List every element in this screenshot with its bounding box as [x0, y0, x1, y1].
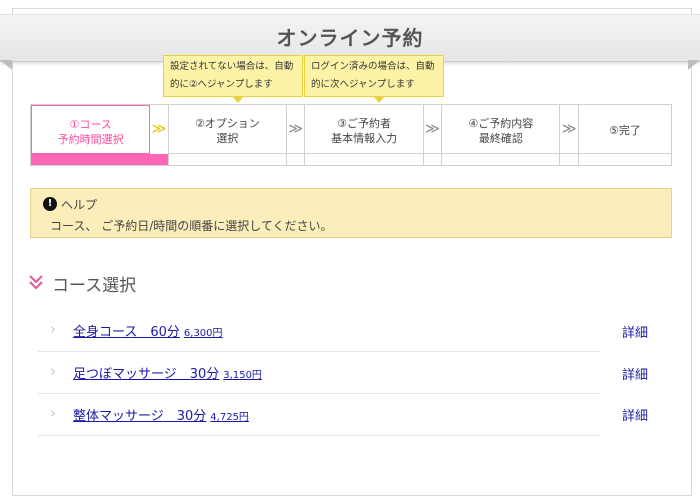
- option-skip-tooltip: 設定されてない場合は、自動 的に②へジャンプします: [163, 55, 303, 103]
- step-complete: ⑤完了: [578, 105, 672, 165]
- chevron-right-icon: ›: [50, 320, 56, 338]
- course-name: 足つぼマッサージ 30分: [73, 367, 220, 382]
- step-sublabel: 基本情報入力: [331, 132, 398, 145]
- step-label: ④ご予約内容: [468, 117, 534, 130]
- list-item: › 足つぼマッサージ 30分 3,150円: [38, 353, 600, 394]
- help-title: ヘルプ: [61, 198, 98, 212]
- step-progress-bar: [168, 153, 287, 165]
- page-title: オンライン予約: [276, 26, 424, 50]
- step-progress-bar: [287, 153, 305, 165]
- detail-link[interactable]: 詳細: [622, 364, 648, 383]
- detail-link[interactable]: 詳細: [622, 405, 648, 424]
- section-title: コース選択: [52, 276, 137, 296]
- step-progress-bar: [150, 154, 168, 165]
- progress-steps: ①コース 予約時間選択 ≫ ②オプション 選択 ≫ ③ご予約者 基本情報入力 ≫…: [30, 104, 672, 166]
- ribbon-fold-left: [0, 60, 12, 70]
- step-confirm: ④ご予約内容 最終確認: [442, 105, 561, 165]
- login-skip-tooltip: ログイン済みの場合は、自動 的に次へジャンプします: [304, 55, 444, 103]
- tooltip-line: 的に②へジャンプします: [170, 79, 273, 90]
- step-arrow-icon: ≫: [560, 105, 579, 165]
- exclamation-icon: !: [43, 197, 57, 211]
- course-price: 6,300円: [183, 328, 223, 339]
- tooltip-line: ログイン済みの場合は、自動: [311, 61, 435, 72]
- step-arrow-icon: ≫: [150, 105, 169, 165]
- step-sublabel: 予約時間選択: [57, 133, 124, 146]
- step-label: ①コース: [69, 118, 112, 131]
- step-arrow-icon: ≫: [423, 105, 443, 165]
- step-progress-bar: [578, 153, 672, 165]
- course-price: 4,725円: [210, 412, 249, 423]
- step-progress-bar: [32, 153, 150, 164]
- step-course: ①コース 予約時間選択: [31, 105, 151, 165]
- step-option: ②オプション 選択: [168, 105, 288, 165]
- help-text: コース、 ご予約日/時間の順番に選択してください。: [50, 219, 333, 233]
- step-label: ⑤完了: [609, 124, 641, 137]
- step-label: ③ご予約者: [337, 117, 392, 130]
- step-progress-bar: [305, 153, 423, 165]
- chevron-right-icon: ›: [50, 404, 56, 422]
- ribbon-fold-right: [688, 60, 700, 70]
- step-arrow-icon: ≫: [287, 105, 306, 165]
- chevron-right-icon: ›: [50, 362, 56, 380]
- course-link[interactable]: 足つぼマッサージ 30分 3,150円: [73, 363, 262, 382]
- double-chevron-down-icon: [29, 275, 43, 290]
- step-customer-info: ③ご予約者 基本情報入力: [305, 105, 424, 165]
- step-progress-bar: [442, 153, 560, 165]
- course-name: 整体マッサージ 30分: [73, 409, 207, 424]
- step-label: ②オプション: [194, 117, 260, 130]
- course-name: 全身コース 60分: [73, 325, 180, 340]
- course-link[interactable]: 全身コース 60分 6,300円: [73, 321, 223, 340]
- step-sublabel: 選択: [216, 132, 239, 145]
- step-sublabel: 最終確認: [478, 132, 523, 145]
- list-item: › 整体マッサージ 30分 4,725円: [38, 395, 600, 436]
- tooltip-line: 設定されてない場合は、自動: [170, 61, 294, 72]
- detail-link[interactable]: 詳細: [622, 322, 648, 341]
- course-price: 3,150円: [223, 370, 262, 381]
- tooltip-line: 的に次へジャンプします: [311, 79, 415, 90]
- help-box: ! ヘルプ コース、 ご予約日/時間の順番に選択してください。: [30, 188, 672, 238]
- list-item: › 全身コース 60分 6,300円: [38, 311, 600, 352]
- course-link[interactable]: 整体マッサージ 30分 4,725円: [73, 405, 249, 424]
- step-progress-bar: [560, 153, 578, 165]
- step-progress-bar: [423, 153, 442, 165]
